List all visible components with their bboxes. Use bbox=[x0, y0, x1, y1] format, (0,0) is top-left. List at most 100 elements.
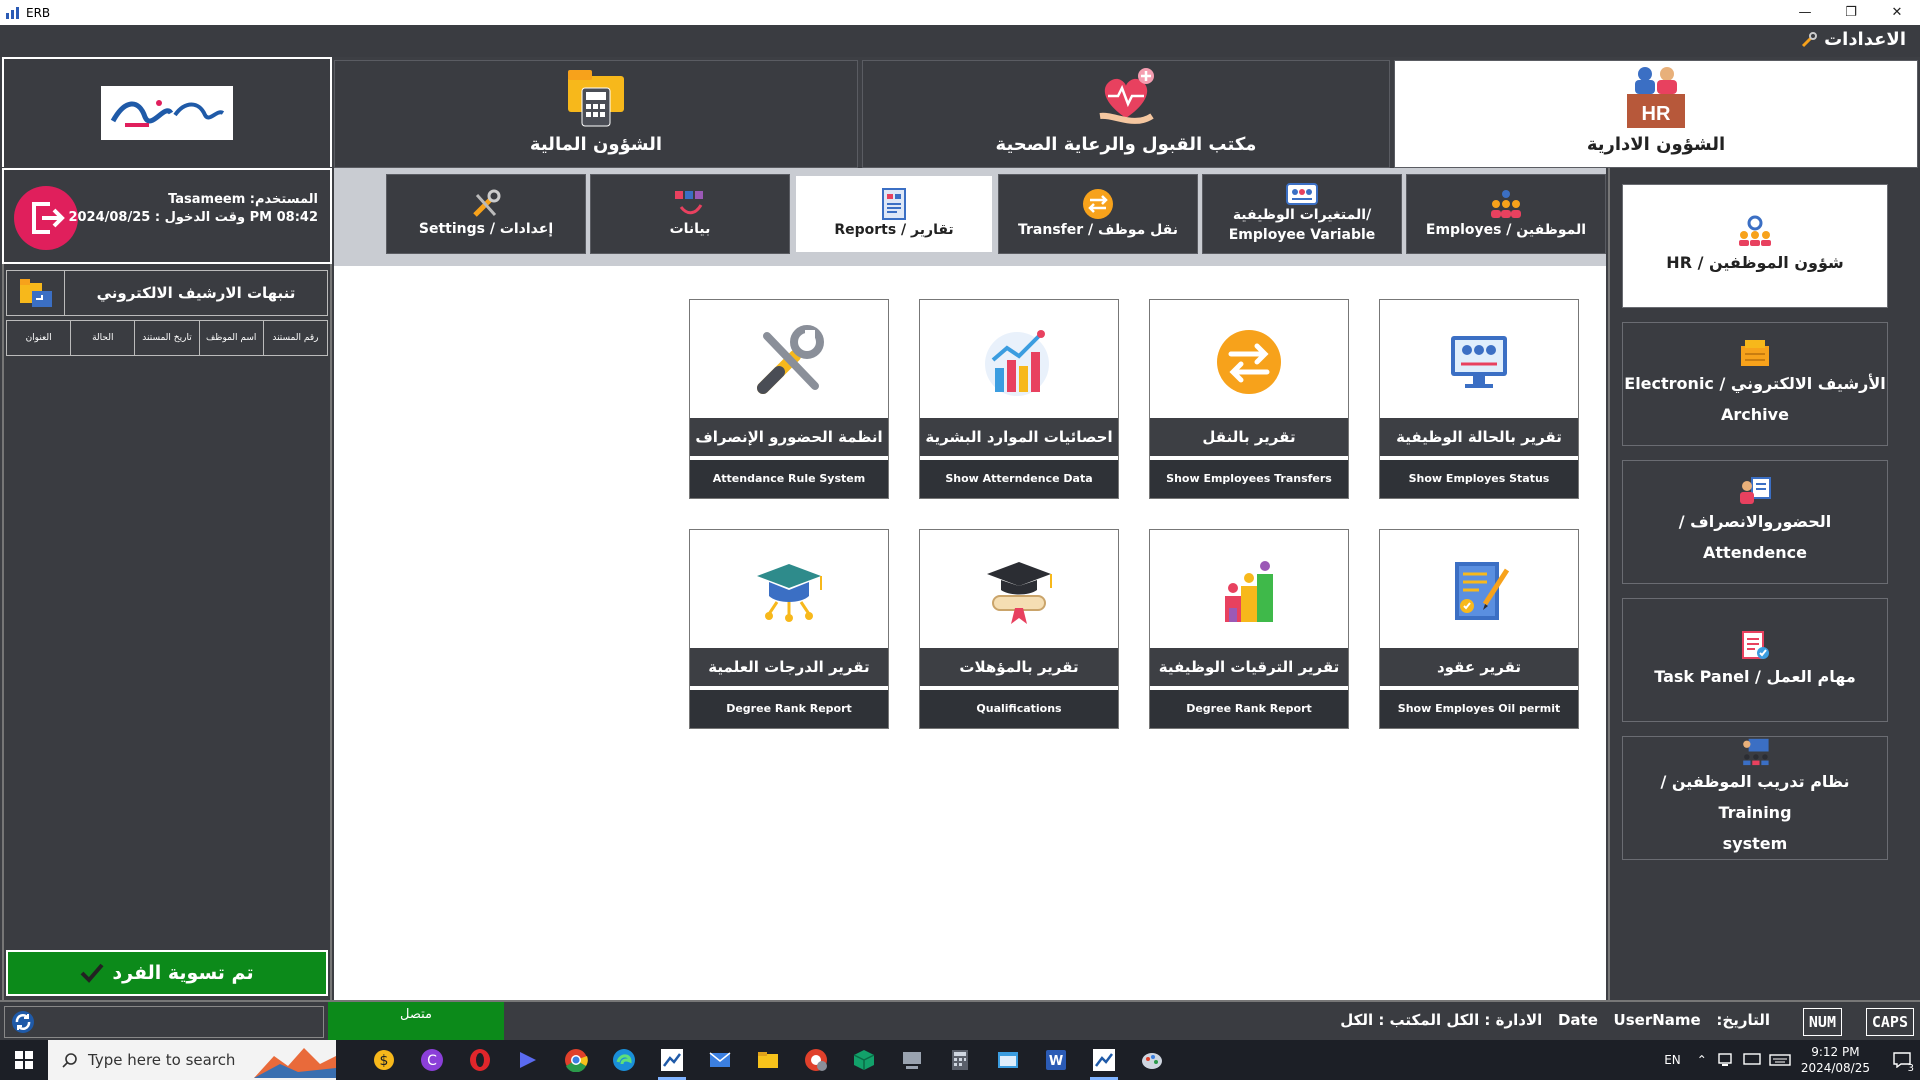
taskbar-app-erb-2[interactable] bbox=[1088, 1044, 1120, 1080]
folder-icon bbox=[758, 1052, 778, 1068]
username-text: Tasameem :المستخدم bbox=[168, 192, 318, 207]
contract-icon bbox=[1380, 538, 1578, 646]
module-health[interactable]: مكتب القبول والرعاية الصحية bbox=[862, 60, 1390, 168]
settings-link[interactable]: الاعدادات bbox=[1800, 29, 1906, 50]
taskbar-app-window[interactable] bbox=[992, 1044, 1024, 1076]
taskbar-app-explorer[interactable] bbox=[752, 1044, 784, 1076]
tab-employee-variable[interactable]: المتغيرات الوظيفية/ Employee Variable bbox=[1202, 174, 1402, 254]
health-heart-icon bbox=[1099, 68, 1154, 124]
search-placeholder: Type here to search bbox=[88, 1051, 236, 1069]
card-attendance-rules[interactable]: انظمة الحضورو الإنصراف Attendance Rule S… bbox=[689, 299, 889, 499]
sync-area bbox=[4, 1006, 324, 1038]
tray-chevron-up-icon[interactable]: ⌃ bbox=[1697, 1053, 1707, 1067]
notification-button[interactable]: 3 bbox=[1884, 1040, 1920, 1080]
sidebar-item-training[interactable]: نظام تدريب الموظفين / Training system bbox=[1622, 736, 1888, 860]
module-finance[interactable]: الشؤون المالية bbox=[334, 60, 858, 168]
taskbar-app-canva[interactable]: C bbox=[416, 1044, 448, 1076]
taskbar-app-word[interactable]: W bbox=[1040, 1044, 1072, 1076]
tab-employee-variable-label: المتغيرات الوظيفية/ Employee Variable bbox=[1228, 207, 1376, 243]
tray-keyboard-icon[interactable] bbox=[1769, 1053, 1791, 1067]
card-transfer-report[interactable]: تقرير بالنقل Show Employees Transfers bbox=[1149, 299, 1349, 499]
tab-reports[interactable]: Reports / تقارير bbox=[794, 174, 994, 254]
tray-network-icon[interactable] bbox=[1717, 1052, 1735, 1068]
minimize-button[interactable]: — bbox=[1782, 0, 1828, 25]
card-attendance-rules-en: Attendance Rule System bbox=[690, 460, 888, 498]
taskbar-app-mail[interactable] bbox=[704, 1044, 736, 1076]
media-player-icon bbox=[520, 1052, 536, 1068]
svg-text:C: C bbox=[427, 1053, 437, 1069]
module-hr[interactable]: HR الشؤون الادارية bbox=[1394, 60, 1918, 168]
taskbar-app-edge[interactable] bbox=[608, 1044, 640, 1076]
taskbar-app-calculator[interactable] bbox=[944, 1044, 976, 1076]
app-dollar-icon: $ bbox=[374, 1050, 394, 1070]
taskbar-app-network[interactable] bbox=[896, 1044, 928, 1076]
card-employee-status-ar: تقرير بالحالة الوظيفية bbox=[1380, 418, 1578, 456]
mail-icon bbox=[709, 1052, 731, 1067]
sidebar-item-training-line1: نظام تدريب الموظفين / Training bbox=[1660, 772, 1850, 822]
erb-app-icon bbox=[661, 1049, 683, 1071]
column-document-number[interactable]: رقم المستند bbox=[264, 321, 327, 355]
card-degree-report[interactable]: تقرير الدرجات العلمية Degree Rank Report bbox=[689, 529, 889, 729]
close-button[interactable]: ✕ bbox=[1874, 0, 1920, 25]
caps-lock-indicator: CAPS bbox=[1865, 1008, 1914, 1036]
task-icon bbox=[1742, 630, 1769, 659]
sidebar-item-tasks[interactable]: مهام العمل / Task Panel bbox=[1622, 598, 1888, 722]
tab-data[interactable]: بيانات bbox=[590, 174, 790, 254]
canva-icon: C bbox=[421, 1049, 443, 1071]
training-icon bbox=[1743, 738, 1769, 766]
taskbar-app-erb-1[interactable] bbox=[656, 1044, 688, 1080]
taskbar-app-cube[interactable] bbox=[848, 1044, 880, 1076]
sidebar-item-hr[interactable]: شؤون الموظفين / HR bbox=[1622, 184, 1888, 308]
card-contracts[interactable]: تقرير عقود Show Employes Oil permit bbox=[1379, 529, 1579, 729]
module-health-label: مكتب القبول والرعاية الصحية bbox=[995, 134, 1257, 155]
company-logo bbox=[101, 86, 233, 140]
archive-icon bbox=[1741, 340, 1769, 366]
settle-individual-button[interactable]: تم تسوية الفرد bbox=[6, 950, 328, 996]
tab-settings[interactable]: Settings / إعدادات bbox=[386, 174, 586, 254]
edge-icon bbox=[613, 1049, 635, 1071]
taskbar-app-opera[interactable] bbox=[464, 1044, 496, 1076]
taskbar-app-chrome[interactable] bbox=[560, 1044, 592, 1076]
paint-icon bbox=[1142, 1053, 1162, 1069]
card-degree-report-ar: تقرير الدرجات العلمية bbox=[690, 648, 888, 686]
start-button[interactable] bbox=[0, 1040, 48, 1080]
card-hr-statistics[interactable]: احصائيات الموارد البشرية Show Atterndenc… bbox=[919, 299, 1119, 499]
taskbar-app-1[interactable]: $ bbox=[368, 1044, 400, 1076]
card-promotions[interactable]: تقرير الترقيات الوظيفية Degree Rank Repo… bbox=[1149, 529, 1349, 729]
restore-button[interactable]: ❐ bbox=[1828, 0, 1874, 25]
statistics-icon bbox=[920, 308, 1118, 416]
column-employee-name[interactable]: اسم الموظف bbox=[200, 321, 264, 355]
variables-icon bbox=[1286, 183, 1318, 205]
taskbar-app-media[interactable] bbox=[512, 1044, 544, 1076]
calculator-folder-icon bbox=[568, 70, 624, 127]
taskbar-app-chrome-profile[interactable] bbox=[800, 1044, 832, 1076]
sidebar-item-attendance[interactable]: الحضوروالانصراف / Attendence bbox=[1622, 460, 1888, 584]
taskbar-search-box[interactable]: Type here to search bbox=[48, 1040, 336, 1080]
card-contracts-en: Show Employes Oil permit bbox=[1380, 690, 1578, 728]
tray-monitor-icon[interactable] bbox=[1743, 1052, 1761, 1068]
settings-label: الاعدادات bbox=[1824, 29, 1906, 50]
column-title[interactable]: العنوان bbox=[7, 321, 72, 355]
user-info-panel: Tasameem :المستخدم وقت الدخول : 2024/08/… bbox=[2, 168, 332, 264]
card-employee-status[interactable]: تقرير بالحالة الوظيفية Show Employes Sta… bbox=[1379, 299, 1579, 499]
system-tray: EN ⌃ 9:12 PM 2024/08/25 3 bbox=[1664, 1040, 1920, 1080]
card-qualifications[interactable]: تقرير بالمؤهلات Qualifications bbox=[919, 529, 1119, 729]
column-document-date[interactable]: تاريخ المستند bbox=[135, 321, 200, 355]
left-panel bbox=[2, 264, 332, 1002]
settings-bar: الاعدادات bbox=[0, 25, 1920, 57]
language-indicator[interactable]: EN bbox=[1664, 1053, 1681, 1067]
taskbar-app-paint[interactable] bbox=[1136, 1044, 1168, 1076]
column-status[interactable]: الحالة bbox=[71, 321, 136, 355]
tab-transfer[interactable]: Transfer / نقل موظف bbox=[998, 174, 1198, 254]
tab-transfer-label: Transfer / نقل موظف bbox=[1017, 222, 1179, 238]
cube-app-icon bbox=[853, 1050, 875, 1070]
transfer-icon bbox=[1150, 308, 1348, 416]
search-icon bbox=[62, 1053, 77, 1068]
refresh-icon[interactable] bbox=[11, 1010, 35, 1034]
employees-icon bbox=[1491, 190, 1521, 218]
sidebar-item-archive[interactable]: الأرشيف الالكتروني / Electronic Archive bbox=[1622, 322, 1888, 446]
tab-employees[interactable]: Employes / الموظفين bbox=[1406, 174, 1606, 254]
taskbar-clock[interactable]: 9:12 PM 2024/08/25 bbox=[1801, 1044, 1870, 1076]
tab-employees-label: Employes / الموظفين bbox=[1425, 222, 1587, 238]
sidebar-item-tasks-label: مهام العمل / Task Panel bbox=[1654, 666, 1856, 686]
